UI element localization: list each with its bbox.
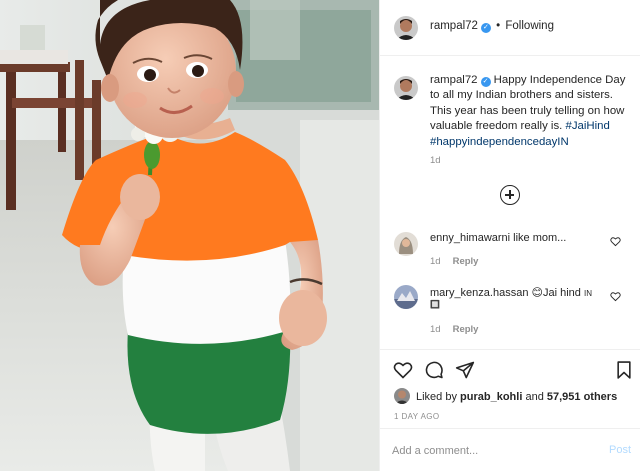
add-comment-row: Post	[380, 428, 640, 471]
author-line: rampal72 ✓ • Following	[430, 20, 554, 33]
comment-bubble-icon[interactable]	[424, 360, 444, 380]
liker-username[interactable]: purab_kohli	[460, 391, 522, 403]
post-photo[interactable]	[0, 0, 379, 471]
likes-conjunction: and	[525, 391, 544, 403]
post-header: rampal72 ✓ • Following	[380, 0, 640, 56]
comment-text-line: enny_himawarni like mom...	[430, 232, 566, 244]
follow-status-button[interactable]: Following	[505, 20, 554, 32]
caption-username[interactable]: rampal72	[430, 74, 478, 86]
flag-emoji-text: IN	[583, 289, 592, 298]
hashtag-link[interactable]: #JaiHind	[566, 120, 610, 132]
comment-text-line: mary_kenza.hassan 😊Jai hind IN	[430, 286, 592, 299]
child-tricolor-photo	[0, 0, 379, 471]
separator-dot: •	[496, 20, 501, 32]
comment-text: 😊Jai hind	[531, 287, 581, 299]
verified-badge-icon: ✓	[480, 77, 491, 87]
commenter-avatar[interactable]	[394, 285, 418, 309]
heart-icon[interactable]	[393, 360, 413, 380]
comment-username[interactable]: mary_kenza.hassan	[430, 287, 528, 299]
bookmark-icon[interactable]	[614, 360, 634, 380]
comment-heart-icon[interactable]	[610, 291, 621, 302]
author-username[interactable]: rampal72	[430, 20, 478, 32]
likes-summary: Liked by purab_kohli and 57,951 others	[416, 391, 617, 403]
commenter-avatar[interactable]	[394, 232, 418, 256]
caption-author-avatar[interactable]	[394, 76, 418, 100]
add-comment-input[interactable]	[392, 442, 582, 460]
hashtag-link[interactable]: #happyindependencedayIN	[430, 136, 569, 148]
reply-button[interactable]: Reply	[453, 324, 479, 335]
liker-avatar[interactable]	[394, 388, 410, 404]
likes-prefix: Liked by	[416, 391, 457, 403]
post-comment-button[interactable]: Post	[609, 444, 631, 456]
likes-others-link[interactable]: 57,951 others	[547, 391, 617, 403]
comment-meta: 1d Reply	[430, 256, 478, 267]
plus-circle-icon[interactable]	[500, 185, 520, 205]
paper-plane-icon[interactable]	[455, 360, 475, 380]
post-sidebar: rampal72 ✓ • Following rampal72 ✓ Happy In…	[379, 0, 640, 471]
author-avatar[interactable]	[394, 16, 418, 40]
comment-timestamp: 1d	[430, 256, 441, 267]
comment-text: like mom...	[513, 232, 567, 244]
verified-badge-icon: ✓	[480, 23, 491, 33]
flag-emoji-text: 🔲	[430, 300, 440, 309]
post-caption: rampal72 ✓ Happy Independence Day to all …	[430, 73, 630, 150]
comment-heart-icon[interactable]	[610, 236, 621, 247]
comment-timestamp: 1d	[430, 324, 441, 335]
reply-button[interactable]: Reply	[453, 256, 479, 267]
action-bar: Liked by purab_kohli and 57,951 others 1…	[380, 349, 640, 435]
comment-username[interactable]: enny_himawarni	[430, 232, 510, 244]
caption-timestamp: 1d	[430, 155, 441, 166]
post-date: 1 DAY AGO	[394, 412, 440, 421]
comment-meta: 1d Reply	[430, 324, 478, 335]
